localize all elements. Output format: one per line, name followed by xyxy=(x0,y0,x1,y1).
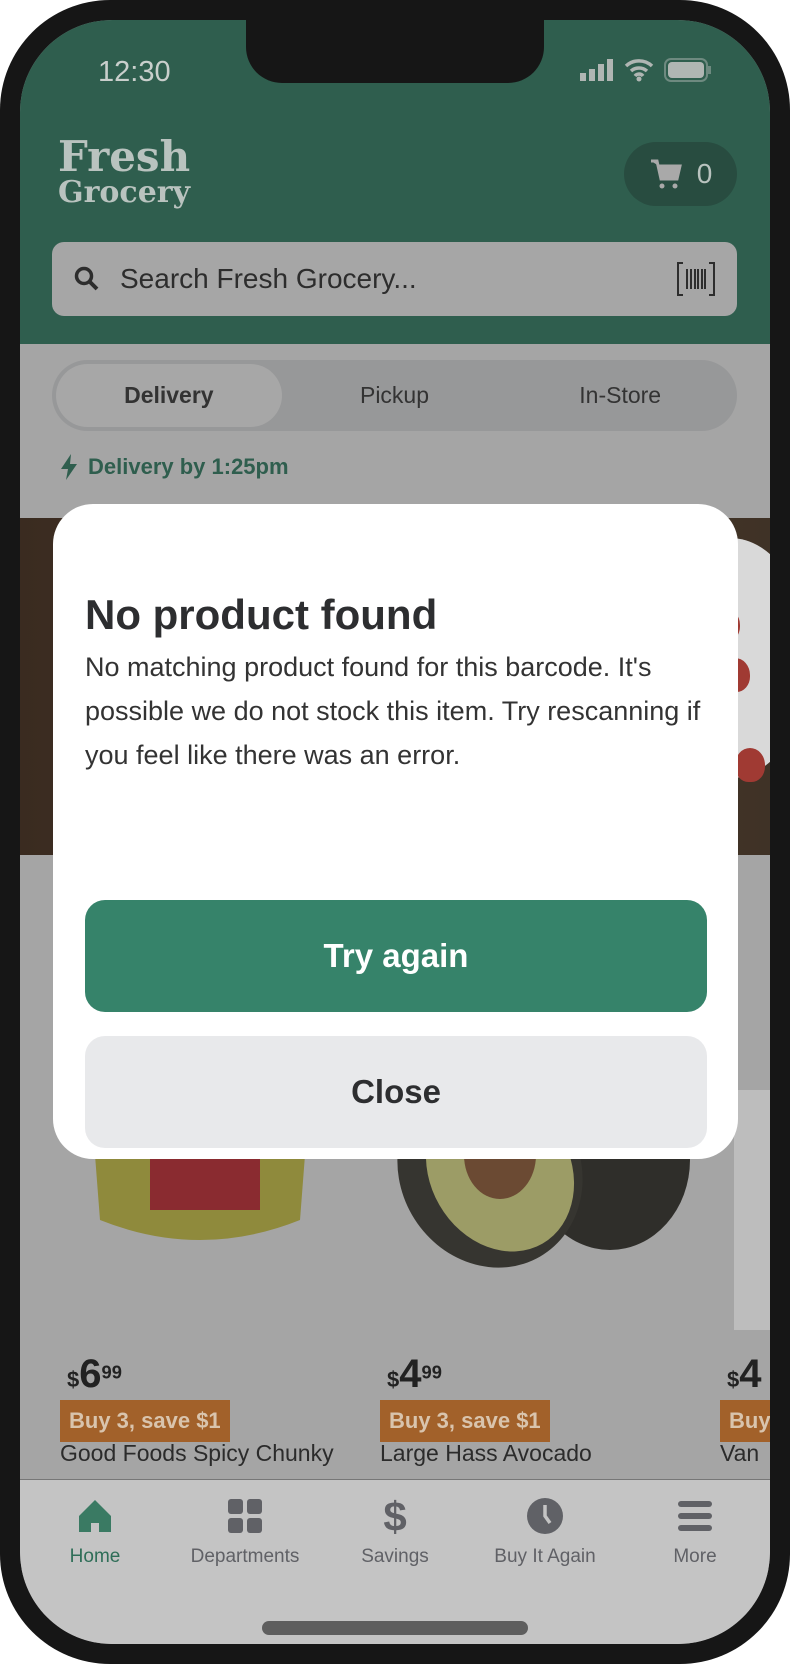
barcode-scan-icon[interactable] xyxy=(677,262,715,296)
product-price: $699 xyxy=(67,1352,122,1396)
status-time: 12:30 xyxy=(98,56,171,88)
fulfillment-mode-tabs: Delivery Pickup In-Store xyxy=(52,360,737,431)
dialog-message: No matching product found for this barco… xyxy=(85,652,701,770)
svg-text:$: $ xyxy=(383,1498,406,1534)
menu-icon xyxy=(678,1501,712,1531)
tab-pickup[interactable]: Pickup xyxy=(282,382,508,409)
status-icons xyxy=(580,58,712,82)
grid-icon xyxy=(228,1499,262,1533)
app-logo[interactable]: Fresh Grocery xyxy=(58,136,190,208)
tab-in-store[interactable]: In-Store xyxy=(507,382,733,409)
lightning-icon xyxy=(61,454,77,480)
product-name: Large Hass Avocado xyxy=(380,1440,592,1466)
product-image xyxy=(734,1090,770,1330)
close-button[interactable]: Close xyxy=(85,1036,707,1148)
tab-delivery[interactable]: Delivery xyxy=(56,364,282,427)
promo-badge: Buy 3, save $1 xyxy=(60,1400,230,1442)
delivery-eta: Delivery by 1:25pm xyxy=(60,454,289,480)
wifi-icon xyxy=(624,59,654,82)
search-icon xyxy=(74,266,99,291)
nav-savings[interactable]: $ Savings xyxy=(320,1498,470,1568)
promo-badge: Buy xyxy=(720,1400,770,1442)
product-card[interactable]: $4 Buy Van xyxy=(720,1090,770,1470)
clock-icon xyxy=(527,1498,563,1534)
cart-icon xyxy=(650,159,682,189)
product-price: $499 xyxy=(387,1352,442,1396)
home-indicator[interactable] xyxy=(262,1621,528,1635)
cart-button[interactable]: 0 xyxy=(624,142,737,206)
search-input[interactable]: Search Fresh Grocery... xyxy=(52,242,737,316)
home-icon xyxy=(79,1500,111,1532)
battery-icon xyxy=(664,58,711,82)
product-price: $4 xyxy=(727,1352,762,1396)
notch xyxy=(246,20,544,83)
nav-buy-it-again[interactable]: Buy It Again xyxy=(470,1498,620,1568)
nav-home[interactable]: Home xyxy=(20,1498,170,1568)
promo-badge: Buy 3, save $1 xyxy=(380,1400,550,1442)
product-name: Good Foods Spicy Chunky xyxy=(60,1440,334,1466)
phone-frame: 12:30 Fresh Grocery 0 Search Fresh Grocer… xyxy=(0,0,790,1664)
dollar-icon: $ xyxy=(383,1498,406,1534)
nav-departments[interactable]: Departments xyxy=(170,1498,320,1568)
screen: 12:30 Fresh Grocery 0 Search Fresh Grocer… xyxy=(20,20,770,1644)
product-name: Van xyxy=(720,1440,760,1466)
dialog-title: No product found xyxy=(85,591,438,638)
no-product-dialog: No product found No matching product fou… xyxy=(53,504,738,1159)
nav-more[interactable]: More xyxy=(620,1498,770,1568)
bottom-nav: Home Departments $ Savings Buy It Again … xyxy=(20,1479,770,1644)
search-placeholder: Search Fresh Grocery... xyxy=(120,263,417,294)
signal-icon xyxy=(580,59,613,81)
cart-count: 0 xyxy=(696,158,713,189)
try-again-button[interactable]: Try again xyxy=(85,900,707,1012)
